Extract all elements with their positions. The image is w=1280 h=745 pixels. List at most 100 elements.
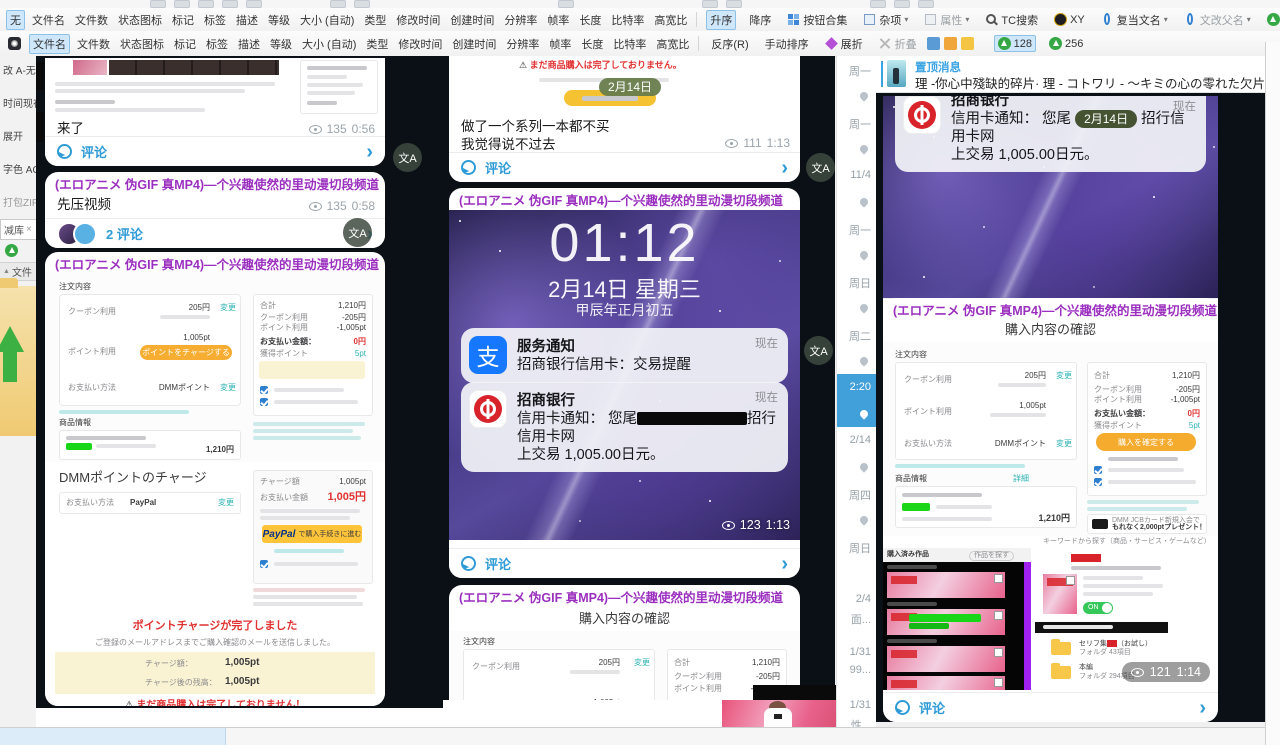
toolbar-mini-icon[interactable] <box>246 0 262 8</box>
chat-list-item[interactable]: 周二 <box>837 321 876 374</box>
tab-close-icon[interactable]: × <box>26 224 32 235</box>
column-header[interactable]: 修改时间 <box>393 11 443 29</box>
toolbar-item[interactable]: 手动排序 <box>762 35 812 53</box>
panel-option[interactable]: 展开 <box>3 128 23 143</box>
toolbar-mini-icon[interactable] <box>726 0 742 8</box>
panel-option[interactable]: 打包ZIP <box>3 194 37 209</box>
toolbar-item[interactable]: XY <box>1051 12 1088 27</box>
toolbar-mini-icon[interactable] <box>150 0 166 8</box>
column-header[interactable]: 创建时间 <box>449 35 499 53</box>
channel-link[interactable]: (エロアニメ 伪GIF 真MP4)—个兴趣使然的里动漫切段频道 <box>45 172 385 196</box>
toolbar-item[interactable]: 属性▾ <box>921 11 972 29</box>
tab-library[interactable]: 减库 × <box>0 219 37 240</box>
column-header[interactable]: 状态图标 <box>115 11 165 29</box>
column-header[interactable]: 大小 (自动) <box>299 35 359 53</box>
toolbar-mini-icon[interactable] <box>354 0 370 8</box>
channel-link[interactable]: (エロアニメ 伪GIF 真MP4)—个兴趣使然的里动漫切段频道 <box>883 298 1218 322</box>
toolbar-item[interactable]: 升序 <box>706 10 736 30</box>
toolbar-mini-icon[interactable] <box>558 0 574 8</box>
column-header[interactable]: 分辨率 <box>501 11 540 29</box>
thumbnail-size-256-button[interactable]: 256 <box>1046 36 1086 51</box>
column-header[interactable]: 帧率 <box>546 35 574 53</box>
toolbar-item[interactable]: TC搜索 <box>982 11 1041 29</box>
column-header[interactable]: 创建时间 <box>447 11 497 29</box>
thumbnail-size-128-button[interactable]: 128 <box>994 35 1036 52</box>
panel-option[interactable]: 改 A-无 <box>3 62 36 77</box>
column-header[interactable]: 描述 <box>235 35 263 53</box>
comments-button[interactable]: 评论 <box>883 692 1218 722</box>
image-tool-icon[interactable] <box>927 37 940 50</box>
comments-button[interactable]: 评论 <box>45 136 385 166</box>
toolbar-item[interactable]: 按钮合集 <box>784 11 850 29</box>
toolbar-mini-icon[interactable] <box>702 0 718 8</box>
chat-list-item[interactable]: 周日 <box>837 268 876 321</box>
record-icon[interactable] <box>8 37 21 50</box>
column-header[interactable]: 长度 <box>578 35 606 53</box>
chat-list-item[interactable]: 2/4面... <box>837 586 876 639</box>
chat-list-item[interactable]: 2/14 <box>837 427 876 480</box>
toolbar-item[interactable]: 当文路滤 <box>1264 11 1280 29</box>
column-header[interactable]: 比特率 <box>610 35 649 53</box>
panel-option[interactable]: 时间现在 <box>3 95 37 110</box>
toolbar-item[interactable]: 降序 <box>746 11 774 29</box>
column-header[interactable]: 等级 <box>267 35 295 53</box>
toolbar-item[interactable]: 杂项▾ <box>860 11 911 29</box>
chat-list-item[interactable]: 周一 <box>837 215 876 268</box>
folder-tool-icon[interactable] <box>961 37 974 50</box>
toolbar-item[interactable]: 文改父名▾ <box>1181 11 1254 29</box>
column-header[interactable]: 文件名 <box>29 34 70 54</box>
translate-button[interactable]: 文A <box>804 336 833 365</box>
column-header[interactable]: 标签 <box>203 35 231 53</box>
channel-link[interactable]: (エロアニメ 伪GIF 真MP4)—个兴趣使然的里动漫切段频道 <box>449 188 800 212</box>
label-tool-icon[interactable] <box>944 37 957 50</box>
toolbar-mini-icon[interactable] <box>330 0 346 8</box>
chat-list-item[interactable]: 周一 <box>837 109 876 162</box>
toolbar-item[interactable]: 反序(R) <box>708 35 751 53</box>
up-directory-icon[interactable] <box>5 244 18 257</box>
chat-list-item[interactable]: 2:20 <box>837 374 876 427</box>
chat-list-item[interactable]: 周四 <box>837 480 876 533</box>
column-header[interactable]: 修改时间 <box>395 35 445 53</box>
chat-list-item[interactable]: 周一 <box>837 56 876 109</box>
channel-link[interactable]: (エロアニメ 伪GIF 真MP4)—个兴趣使然的里动漫切段频道 <box>449 585 800 609</box>
column-header[interactable]: 比特率 <box>608 11 647 29</box>
toolbar-mini-icon[interactable] <box>870 0 886 8</box>
column-header[interactable]: 文件数 <box>72 11 111 29</box>
toolbar-item[interactable]: 折叠 <box>876 35 920 53</box>
folder-thumbnail[interactable] <box>0 286 37 436</box>
column-header[interactable]: 长度 <box>576 11 604 29</box>
column-header[interactable]: 标记 <box>171 35 199 53</box>
column-header[interactable]: 高宽比 <box>653 35 692 53</box>
toolbar-item[interactable]: 展折 <box>822 35 866 53</box>
toolbar-mini-icon[interactable] <box>918 0 934 8</box>
chat-list-item[interactable]: 周日 <box>837 533 876 586</box>
toolbar-mini-icon[interactable] <box>174 0 190 8</box>
toolbar-mini-icon[interactable] <box>198 0 214 8</box>
column-header[interactable]: 文件数 <box>74 35 113 53</box>
column-header[interactable]: 标签 <box>201 11 229 29</box>
column-header[interactable]: 类型 <box>363 35 391 53</box>
column-header[interactable]: 高宽比 <box>651 11 690 29</box>
translate-button[interactable]: 文A <box>393 143 422 172</box>
column-header[interactable]: 分辨率 <box>503 35 542 53</box>
chat-list-item[interactable]: 11/4 <box>837 162 876 215</box>
column-header[interactable]: 标记 <box>169 11 197 29</box>
comments-button[interactable]: 评论 <box>449 152 800 182</box>
translate-button[interactable]: 文A <box>343 218 372 247</box>
comments-button[interactable]: 评论 <box>449 548 800 578</box>
column-header[interactable]: 类型 <box>361 11 389 29</box>
toolbar-mini-icon[interactable] <box>894 0 910 8</box>
column-header[interactable]: 描述 <box>233 11 261 29</box>
comments-button[interactable]: 2 评论 <box>45 218 385 248</box>
column-header[interactable]: 帧率 <box>544 11 572 29</box>
pinned-message-bar[interactable]: 置顶消息 理 -你心中殘缺的碎片· 理 - コトワリ - ～キミの心の零れた欠片… <box>875 56 1265 93</box>
panel-option[interactable]: 字色 AC <box>3 161 37 176</box>
column-header[interactable]: 文件名 <box>29 11 68 29</box>
chat-list-item[interactable]: 1/3199... <box>837 639 876 692</box>
sort-none-button[interactable]: 无 <box>6 10 25 30</box>
translate-button[interactable]: 文A <box>806 153 835 182</box>
column-header[interactable]: 等级 <box>265 11 293 29</box>
column-header[interactable]: 大小 (自动) <box>297 11 357 29</box>
toolbar-item[interactable]: 复当文名▾ <box>1098 11 1171 29</box>
column-header[interactable]: 状态图标 <box>117 35 167 53</box>
